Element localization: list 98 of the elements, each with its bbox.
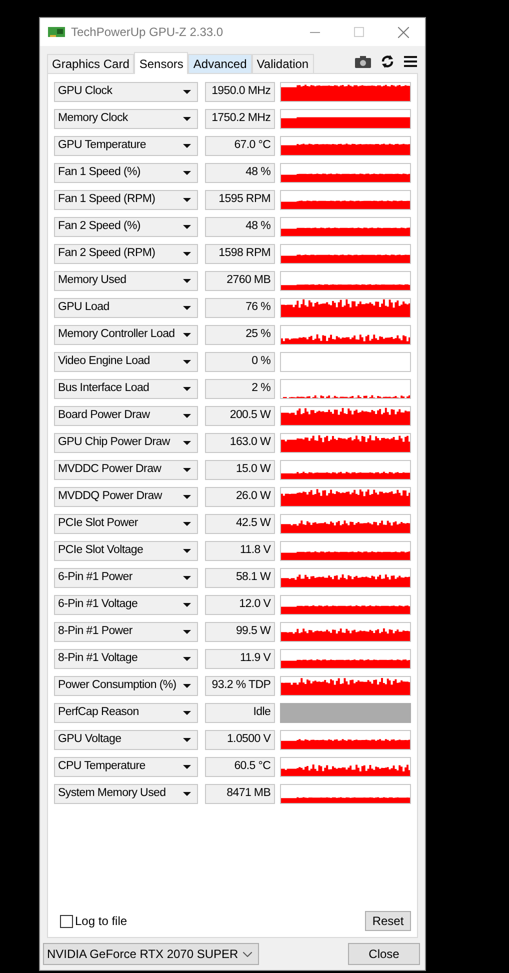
caret-icon	[183, 522, 192, 526]
sensor-value: 0 %	[205, 352, 275, 372]
sensor-value: 11.8 V	[205, 541, 275, 561]
sensor-value: 60.5 °C	[205, 757, 275, 777]
sensor-dropdown[interactable]: System Memory Used	[54, 784, 198, 804]
sensor-dropdown[interactable]: PCIe Slot Voltage	[54, 541, 198, 561]
caret-icon	[183, 738, 192, 742]
sensor-dropdown[interactable]: Fan 2 Speed (%)	[54, 217, 198, 237]
caret-icon	[183, 441, 192, 445]
sensor-dropdown[interactable]: 8-Pin #1 Voltage	[54, 649, 198, 669]
sensor-value: 1598 RPM	[205, 244, 275, 264]
sensor-dropdown[interactable]: Memory Clock	[54, 109, 198, 129]
sensor-value: 25 %	[205, 325, 275, 345]
sensor-value: 12.0 V	[205, 595, 275, 615]
caret-icon	[183, 90, 192, 94]
sensor-dropdown[interactable]: GPU Clock	[54, 82, 198, 102]
caret-icon	[183, 360, 192, 364]
sensor-dropdown[interactable]: 8-Pin #1 Power	[54, 622, 198, 642]
checkbox-label: Log to file	[75, 913, 128, 930]
sensor-value: 2 %	[205, 379, 275, 399]
reset-button[interactable]: Reset	[365, 911, 411, 931]
caret-icon	[183, 306, 192, 310]
sensor-dropdown[interactable]: MVDDC Power Draw	[54, 460, 198, 480]
refresh-icon[interactable]	[381, 55, 394, 68]
sensor-dropdown[interactable]: Fan 1 Speed (%)	[54, 163, 198, 183]
device-select[interactable]: NVIDIA GeForce RTX 2070 SUPER	[43, 943, 259, 965]
sensor-dropdown[interactable]: CPU Temperature	[54, 757, 198, 777]
caret-icon	[183, 765, 192, 769]
sensor-dropdown[interactable]: GPU Temperature	[54, 136, 198, 156]
caret-icon	[183, 333, 192, 337]
caret-icon	[183, 144, 192, 148]
sensor-dropdown[interactable]: Fan 2 Speed (RPM)	[54, 244, 198, 264]
camera-icon[interactable]	[355, 56, 371, 68]
sensor-dropdown[interactable]: PCIe Slot Power	[54, 514, 198, 534]
caret-icon	[183, 711, 192, 715]
caret-icon	[183, 171, 192, 175]
caret-icon	[183, 414, 192, 418]
sensor-value: 1750.2 MHz	[205, 109, 275, 129]
caret-icon	[183, 495, 192, 499]
caret-icon	[183, 549, 192, 553]
sensor-value: 1595 RPM	[205, 190, 275, 210]
caret-icon	[183, 117, 192, 121]
sensor-dropdown[interactable]: Video Engine Load	[54, 352, 198, 372]
window-title: TechPowerUp GPU-Z 2.33.0	[71, 24, 224, 41]
caret-icon	[183, 279, 192, 283]
sensor-value: 1.0500 V	[205, 730, 275, 750]
sensor-dropdown[interactable]: Fan 1 Speed (RPM)	[54, 190, 198, 210]
tab[interactable]: Sensors	[134, 52, 188, 74]
maximize-icon	[354, 27, 364, 37]
caret-icon	[183, 387, 192, 391]
caret-icon	[183, 657, 192, 661]
sensor-value: 8471 MB	[205, 784, 275, 804]
sensor-dropdown[interactable]: MVDDQ Power Draw	[54, 487, 198, 507]
caret-icon	[183, 576, 192, 580]
close-icon	[398, 26, 408, 38]
sensor-value: 99.5 W	[205, 622, 275, 642]
sensor-value: 48 %	[205, 163, 275, 183]
sensor-value: 200.5 W	[205, 406, 275, 426]
sensor-dropdown[interactable]: GPU Chip Power Draw	[54, 433, 198, 453]
close-button[interactable]: Close	[348, 943, 420, 965]
sensor-dropdown[interactable]: 6-Pin #1 Power	[54, 568, 198, 588]
sensor-value: 26.0 W	[205, 487, 275, 507]
caret-icon	[183, 684, 192, 688]
tab[interactable]: Validation	[252, 54, 314, 73]
caret-icon	[183, 252, 192, 256]
sensor-dropdown[interactable]: 6-Pin #1 Voltage	[54, 595, 198, 615]
sensor-value: 2760 MB	[205, 271, 275, 291]
sensor-value: 93.2 % TDP	[205, 676, 275, 696]
caret-icon	[183, 630, 192, 634]
sensor-value: 58.1 W	[205, 568, 275, 588]
graphics-card-icon	[48, 26, 65, 38]
tab[interactable]: Graphics Card	[47, 54, 134, 73]
sensor-value: 11.9 V	[205, 649, 275, 669]
sensor-dropdown[interactable]: Board Power Draw	[54, 406, 198, 426]
tab[interactable]: Advanced	[188, 54, 252, 73]
caret-icon	[183, 225, 192, 229]
menu-icon[interactable]	[404, 56, 417, 67]
sensor-dropdown[interactable]: GPU Voltage	[54, 730, 198, 750]
sensor-value: 1950.0 MHz	[205, 82, 275, 102]
sensor-value: 67.0 °C	[205, 136, 275, 156]
checkbox[interactable]	[60, 914, 73, 928]
sensor-value: Idle	[205, 703, 275, 723]
caret-icon	[183, 792, 192, 796]
caret-icon	[183, 198, 192, 202]
sensor-dropdown[interactable]: Bus Interface Load	[54, 379, 198, 399]
sensor-value: 163.0 W	[205, 433, 275, 453]
sensor-value: 15.0 W	[205, 460, 275, 480]
caret-icon	[183, 468, 192, 472]
sensor-dropdown[interactable]: Power Consumption (%)	[54, 676, 198, 696]
sensor-value: 48 %	[205, 217, 275, 237]
caret-icon	[183, 603, 192, 607]
sensor-value: 42.5 W	[205, 514, 275, 534]
chevron-down-icon	[243, 952, 252, 956]
sensor-dropdown[interactable]: PerfCap Reason	[54, 703, 198, 723]
sensor-dropdown[interactable]: Memory Used	[54, 271, 198, 291]
sensor-dropdown[interactable]: GPU Load	[54, 298, 198, 318]
sensor-dropdown[interactable]: Memory Controller Load	[54, 325, 198, 345]
sensor-value: 76 %	[205, 298, 275, 318]
